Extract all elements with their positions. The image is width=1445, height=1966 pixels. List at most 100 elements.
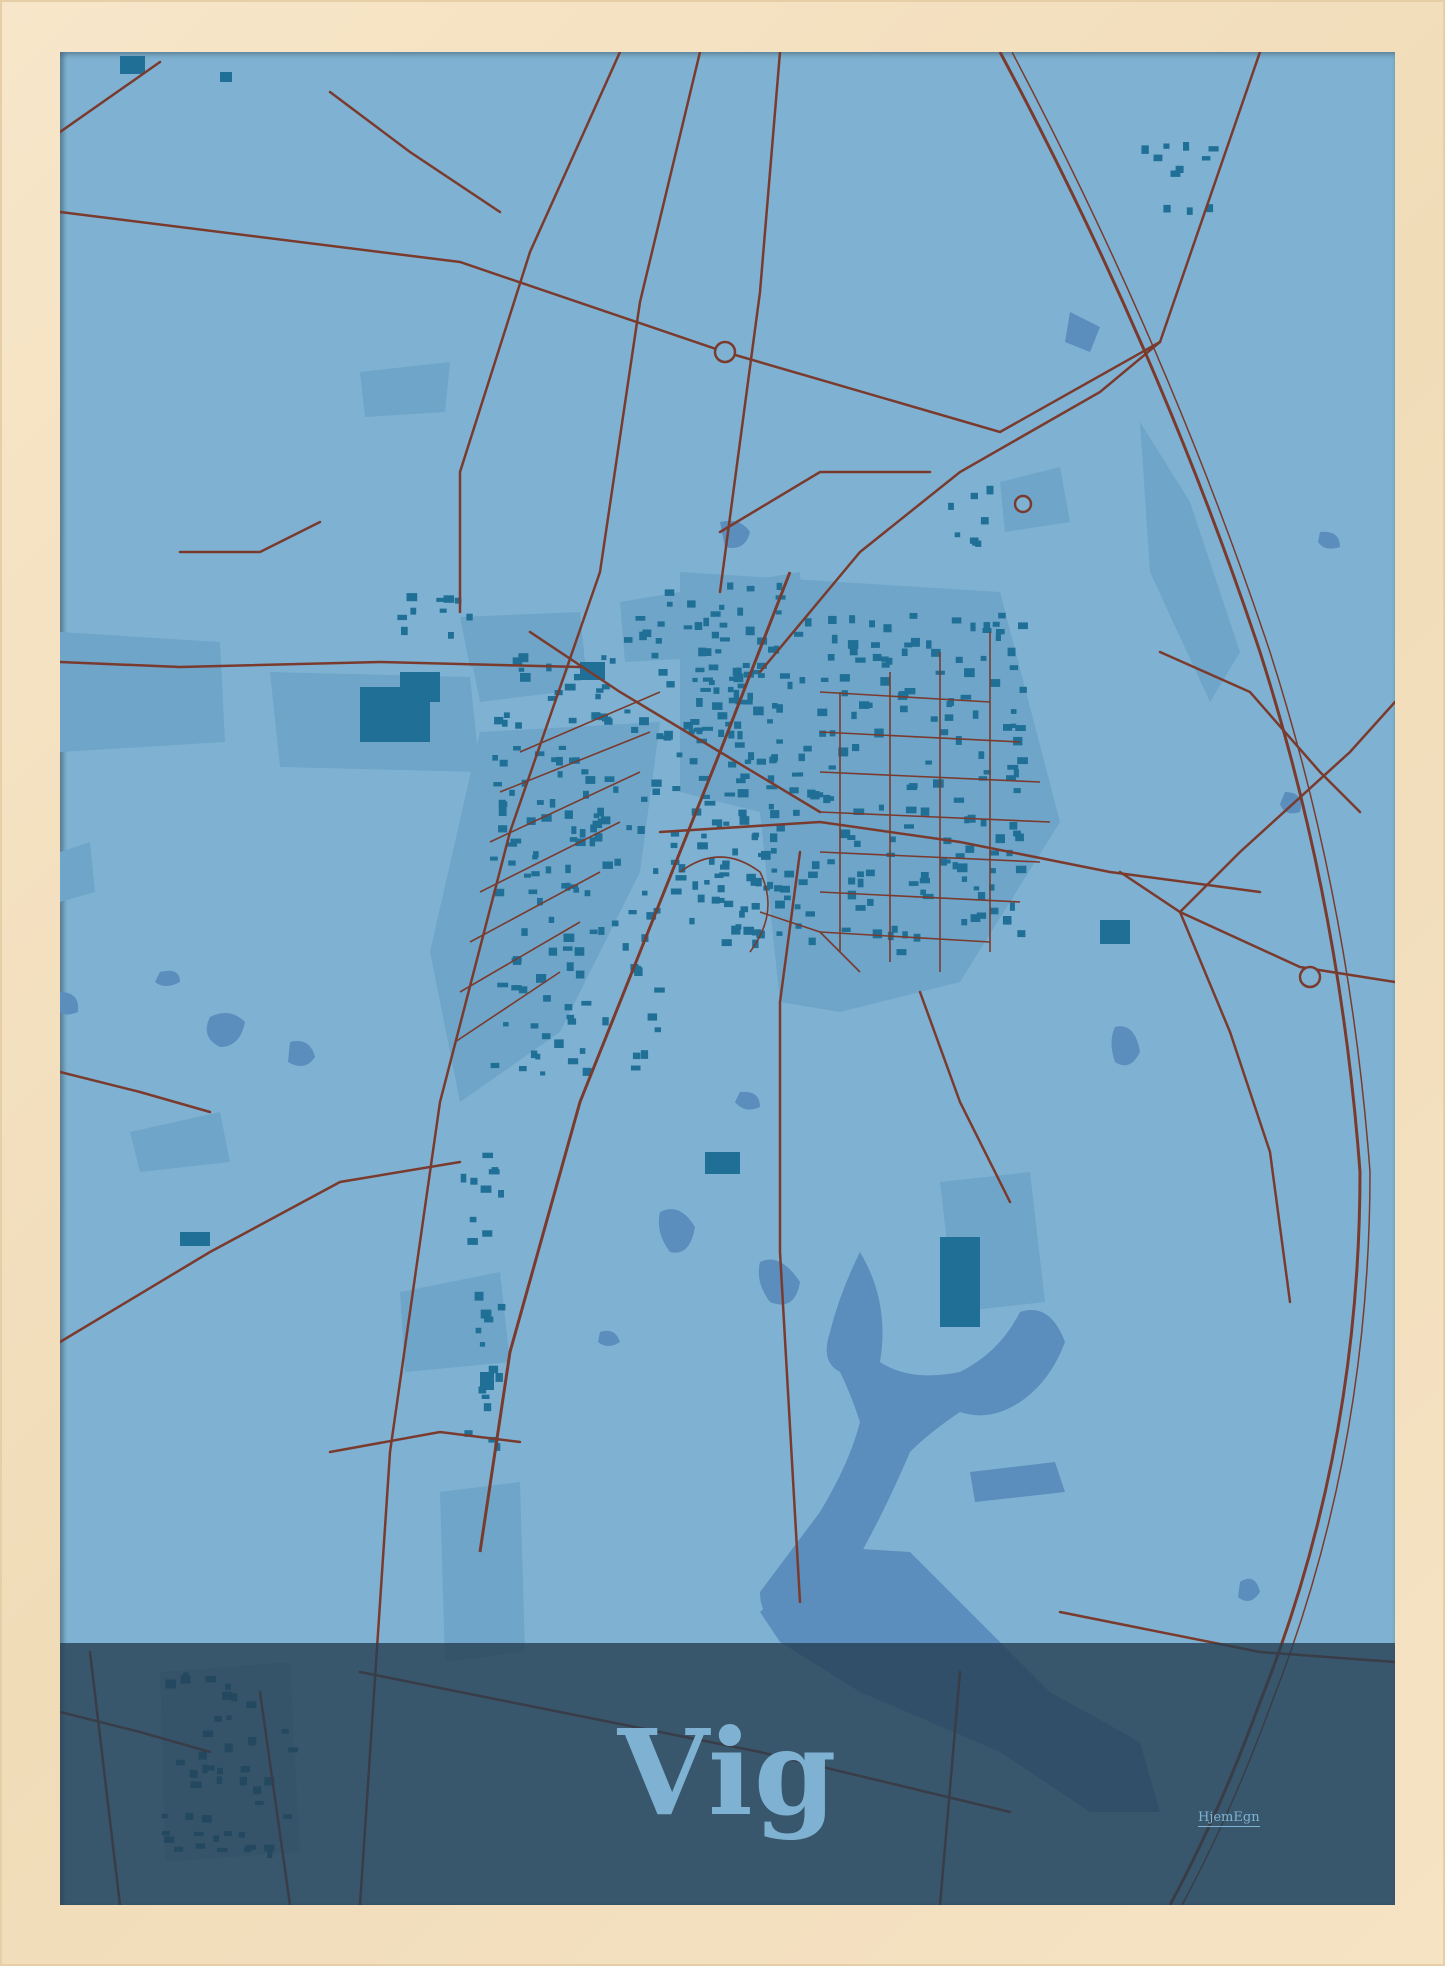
house <box>443 595 454 603</box>
map-poster: Vig HjemEgn <box>60 52 1395 1905</box>
house <box>920 889 926 896</box>
house <box>654 1027 661 1033</box>
house <box>980 517 989 525</box>
house <box>469 1216 477 1223</box>
house <box>1009 902 1015 911</box>
house <box>635 616 646 621</box>
house <box>976 912 987 919</box>
house <box>1183 142 1190 151</box>
house <box>710 611 721 617</box>
house <box>719 637 730 642</box>
house <box>571 826 577 834</box>
house <box>794 904 801 910</box>
house <box>689 758 698 765</box>
house <box>736 667 742 674</box>
house <box>640 1050 649 1059</box>
house <box>467 1238 478 1245</box>
house <box>727 686 734 693</box>
house <box>666 681 675 688</box>
house <box>810 791 820 800</box>
house <box>696 698 703 707</box>
house <box>655 638 662 644</box>
house <box>642 629 652 637</box>
house <box>653 868 659 874</box>
house <box>727 582 734 590</box>
house <box>737 789 749 798</box>
house <box>952 862 958 870</box>
house <box>642 890 648 896</box>
house <box>720 864 730 870</box>
house <box>524 873 531 878</box>
house <box>503 712 510 718</box>
house <box>851 711 857 720</box>
house <box>639 717 649 726</box>
house <box>983 622 991 629</box>
house <box>732 848 738 856</box>
house <box>804 618 812 627</box>
house <box>695 667 705 673</box>
house <box>960 694 972 700</box>
house <box>970 622 976 632</box>
town-name-title: Vig <box>617 1703 838 1842</box>
house <box>657 621 665 627</box>
house <box>548 947 558 956</box>
house <box>746 585 755 592</box>
house <box>1175 165 1184 173</box>
house <box>787 681 793 690</box>
house <box>515 722 522 729</box>
house <box>439 608 447 613</box>
house <box>828 765 836 770</box>
house <box>735 924 742 930</box>
house <box>954 532 961 538</box>
house <box>1186 207 1193 215</box>
house <box>604 776 615 782</box>
house <box>743 926 754 935</box>
house <box>989 679 1001 687</box>
house <box>652 788 660 795</box>
house <box>479 1342 486 1347</box>
house <box>761 850 771 860</box>
house <box>478 1386 487 1394</box>
house <box>808 871 818 878</box>
house <box>518 667 525 672</box>
house <box>724 900 734 908</box>
house <box>1153 154 1163 162</box>
house <box>855 657 866 663</box>
house <box>614 858 621 866</box>
house <box>595 693 601 700</box>
house <box>978 751 985 759</box>
house <box>480 1185 492 1193</box>
house <box>567 1058 579 1065</box>
house <box>1009 822 1018 830</box>
house <box>890 836 896 843</box>
house <box>589 837 596 847</box>
roads <box>60 52 1395 1905</box>
house <box>630 1065 641 1071</box>
house <box>965 845 975 853</box>
house <box>543 995 551 1002</box>
house <box>564 1004 573 1011</box>
house <box>1017 930 1026 938</box>
house <box>626 825 632 831</box>
house <box>663 735 672 741</box>
house <box>664 589 675 596</box>
house <box>697 842 708 850</box>
house <box>919 877 930 884</box>
house <box>793 809 800 816</box>
house <box>734 742 745 748</box>
house <box>955 736 962 745</box>
house <box>558 745 567 750</box>
house <box>867 898 874 906</box>
house <box>711 896 720 904</box>
house <box>651 652 659 659</box>
house <box>497 982 509 988</box>
house <box>1015 725 1026 731</box>
house <box>864 702 873 708</box>
house <box>492 755 498 761</box>
house <box>742 662 750 668</box>
house <box>1163 143 1170 149</box>
house <box>933 779 944 788</box>
house <box>474 1291 484 1301</box>
house <box>718 729 725 737</box>
house <box>698 647 706 657</box>
